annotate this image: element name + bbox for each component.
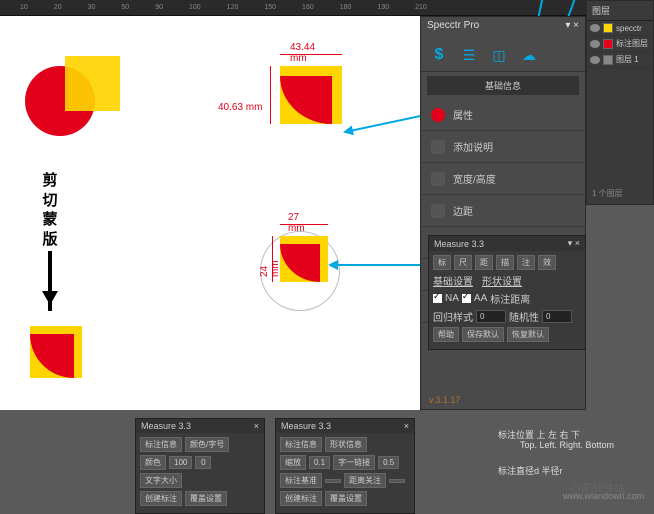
dim-height-2: 24 mm	[259, 257, 281, 277]
input-2[interactable]: 0	[542, 310, 572, 323]
layer-row-1[interactable]: 标注图层	[587, 36, 653, 52]
cube-icon[interactable]: ◫	[487, 45, 511, 65]
m3-title: Measure 3.3	[281, 421, 331, 431]
dollar-icon[interactable]: $	[427, 45, 451, 65]
checkbox-aa[interactable]	[462, 294, 471, 303]
ruler-top: 1020305090100120150160180190210	[0, 0, 654, 16]
list-icon[interactable]: ☰	[457, 45, 481, 65]
dim-width-1: 43.44 mm	[290, 42, 315, 64]
measure-title: Measure 3.3	[434, 239, 484, 249]
input-1[interactable]: 0	[476, 310, 506, 323]
cloud-icon[interactable]: ☁	[517, 45, 541, 65]
tab-3[interactable]: 描	[496, 255, 514, 270]
canvas[interactable]: 剪切蒙版 43.44 mm 40.63 mm 27 mm 24 mm	[0, 16, 420, 410]
reset-default-button[interactable]: 恢复默认	[507, 327, 549, 342]
arrow-down-icon	[48, 251, 52, 311]
layer-row-2[interactable]: 图层 1	[587, 52, 653, 68]
mask-label: 剪切蒙版	[40, 171, 60, 249]
measure-tabs: 标尺距描注效	[433, 255, 581, 270]
layer-row-0[interactable]: specctr	[587, 21, 653, 36]
m2-title: Measure 3.3	[141, 421, 191, 431]
watermark: www.wlandown.com	[563, 491, 644, 501]
spec-item-1[interactable]: 添加说明	[421, 131, 585, 163]
pos-label-en: Top. Left. Right. Bottom	[520, 440, 614, 450]
spec-version: v.3.1.17	[429, 395, 460, 405]
m2-body: 标注信息颜色/字号颜色1000文字大小创建标注覆盖设置	[136, 433, 264, 513]
tab-5[interactable]: 效	[538, 255, 556, 270]
close-icon[interactable]: ×	[404, 421, 409, 431]
link-basic[interactable]: 基础设置	[433, 273, 473, 288]
panel-title: Specctr Pro	[427, 20, 479, 36]
dim-height-1: 40.63 mm	[218, 102, 262, 113]
spec-item-0[interactable]: 属性	[421, 99, 585, 131]
tab-0[interactable]: 标	[433, 255, 451, 270]
layers-head: 图层	[587, 1, 653, 21]
help-button[interactable]: 帮助	[433, 327, 459, 342]
yellow-square[interactable]	[65, 56, 120, 111]
spec-item-3[interactable]: 边距	[421, 195, 585, 227]
close-icon[interactable]: ×	[254, 421, 259, 431]
close-icon[interactable]: ▾ ×	[568, 238, 580, 249]
spec-subhead: 基础信息	[427, 76, 579, 95]
tab-2[interactable]: 距	[475, 255, 493, 270]
specctr-panel: Specctr Pro ▾ × $ ☰ ◫ ☁ 基础信息 属性添加说明宽度/高度边…	[420, 16, 586, 410]
link-shape[interactable]: 形状设置	[482, 273, 522, 288]
measure-panel-main: Measure 3.3▾ × 标尺距描注效 基础设置形状设置 NA AA 标注距…	[428, 235, 586, 350]
spec-item-2[interactable]: 宽度/高度	[421, 163, 585, 195]
layers-foot: 1 个图层	[587, 185, 628, 202]
layers-body: specctr标注图层图层 1	[587, 21, 653, 68]
blue-arrow-2	[330, 264, 425, 266]
tab-1[interactable]: 尺	[454, 255, 472, 270]
tab-4[interactable]: 注	[517, 255, 535, 270]
measure-panel-2: Measure 3.3 × 标注信息颜色/字号颜色1000文字大小创建标注覆盖设置	[135, 418, 265, 514]
measure-panel-3: Measure 3.3 × 标注信息形状信息缩放0.1字一链接0.5标注基准距离关…	[275, 418, 415, 514]
radius-label: 标注直径d 半径r	[498, 464, 563, 477]
panel-menu-icon[interactable]: ▾ ×	[565, 20, 579, 36]
save-default-button[interactable]: 保存默认	[462, 327, 504, 342]
layers-panel: 图层 specctr标注图层图层 1 1 个图层	[586, 0, 654, 205]
m3-body: 标注信息形状信息缩放0.1字一链接0.5标注基准距离关注创建标注覆盖设置	[276, 433, 414, 513]
dim-width-2: 27 mm	[288, 212, 305, 234]
checkbox-na[interactable]	[433, 294, 442, 303]
